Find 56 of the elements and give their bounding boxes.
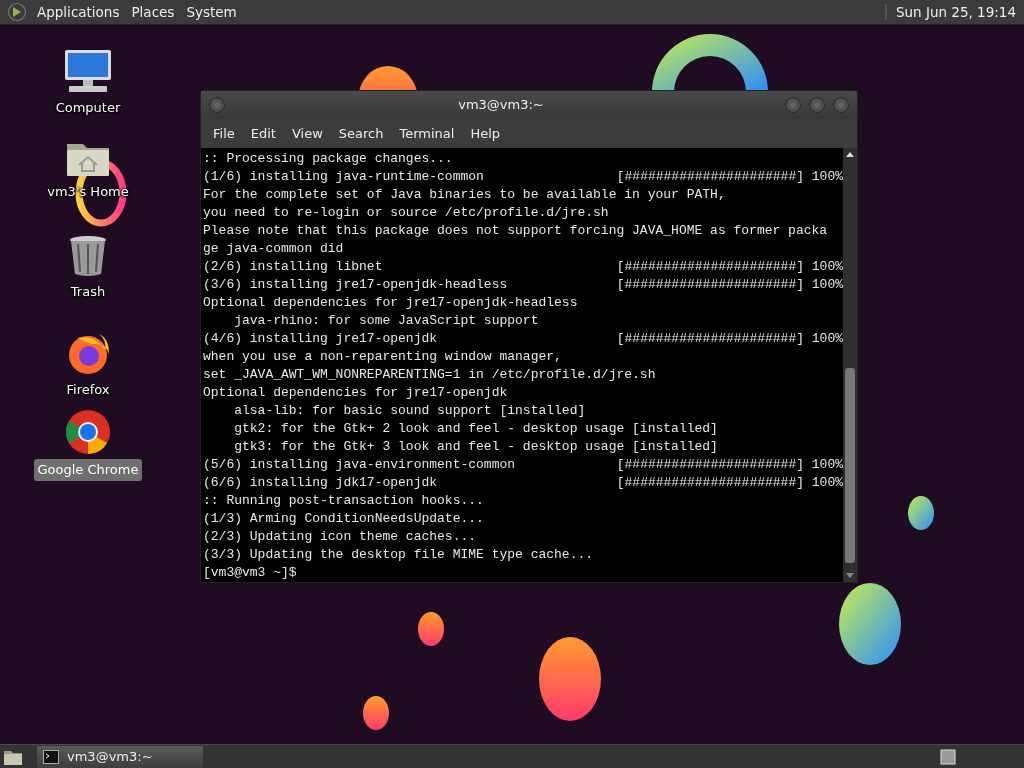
progress-text: [######################] 100% — [616, 474, 843, 492]
trash-icon[interactable] — [68, 234, 108, 278]
desktop-icon-label[interactable]: Google Chrome — [33, 459, 143, 481]
terminal-line: when you use a non-reparenting window manager, — [203, 348, 562, 366]
window-title: vm3@vm3:~ — [457, 96, 545, 114]
terminal-line: set _JAVA_AWT_WM_NONREPARENTING=1 in /etc/profile.d/jre.sh — [203, 366, 656, 384]
terminal-line: (5/6) installing java-environment-common — [203, 456, 516, 474]
terminal-line: [vm3@vm3 ~]$ — [203, 564, 297, 582]
progress-text: [######################] 100% — [616, 168, 843, 186]
progress-text: [######################] 100% — [616, 330, 843, 348]
terminal-line: gtk2: for the Gtk+ 2 look and feel - desktop usage [installed] — [233, 420, 718, 438]
clock[interactable]: Sun Jun 25, 19:14 — [887, 1, 1024, 23]
scrollbar[interactable] — [843, 148, 857, 582]
progress-text: [######################] 100% — [616, 258, 843, 276]
progress-text: [######################] 100% — [616, 276, 843, 294]
terminal-line: Optional dependencies for jre17-openjdk-headless — [203, 294, 578, 312]
terminal-icon — [43, 749, 59, 764]
terminal-line: (6/6) installing jdk17-openjdk — [203, 474, 438, 492]
taskbar-button[interactable]: vm3@vm3:~ — [37, 745, 203, 768]
menu-item[interactable]: File — [205, 123, 243, 143]
terminal-line: (3/3) Updating the desktop file MIME type cache... — [203, 546, 594, 564]
menu-item[interactable]: Search — [330, 123, 392, 143]
computer-icon[interactable] — [63, 48, 113, 94]
terminal-line: (4/6) installing jre17-openjdk — [203, 330, 438, 348]
panel-menu[interactable]: Applications — [31, 1, 126, 23]
terminal-line: alsa-lib: for basic sound support [installed] — [233, 402, 586, 420]
terminal-line: (2/6) installing libnet — [203, 258, 383, 276]
scroll-up-icon[interactable] — [845, 150, 855, 158]
terminal-line: ge java-common did — [203, 240, 344, 258]
menu-item[interactable]: View — [283, 123, 331, 143]
terminal-line: For the complete set of Java binaries to be available in your PATH, — [203, 186, 726, 204]
terminal-line: :: Running post-transaction hooks... — [203, 492, 484, 510]
scroll-down-icon[interactable] — [845, 572, 855, 580]
browser-icon[interactable] — [64, 408, 112, 456]
desktop-icon-label[interactable]: Computer — [51, 97, 125, 119]
terminal-line: (1/6) installing java-runtime-common — [203, 168, 484, 186]
menu-item[interactable]: Help — [462, 123, 509, 143]
menu-item[interactable]: Terminal — [391, 123, 463, 143]
terminal-line: (2/3) Updating icon theme caches... — [203, 528, 477, 546]
progress-text: [######################] 100% — [616, 456, 843, 474]
desktop-icon-label[interactable]: Trash — [66, 281, 110, 303]
desktop-icon-label[interactable]: Firefox — [62, 379, 114, 401]
terminal-line: you need to re-login or source /etc/profile.d/jre.sh — [203, 204, 609, 222]
terminal-line: gtk3: for the Gtk+ 3 look and feel - desktop usage [installed] — [233, 438, 718, 456]
handle-icon[interactable] — [883, 3, 888, 21]
workspace-switcher[interactable] — [940, 748, 956, 765]
terminal-line: java-rhino: for some JavaScript support — [233, 312, 539, 330]
terminal-line: (3/6) installing jre17-openjdk-headless — [203, 276, 508, 294]
menu-item[interactable]: Edit — [242, 123, 284, 143]
panel-menu[interactable]: Places — [125, 1, 181, 23]
terminal-line: :: Processing package changes... — [203, 150, 453, 168]
terminal-line: (1/3) Arming ConditionNeedsUpdate... — [203, 510, 484, 528]
logo-icon[interactable] — [7, 2, 27, 22]
terminal-line: Optional dependencies for jre17-openjdk — [203, 384, 508, 402]
terminal-line: Please note that this package does not support forcing JAVA_HOME as former packa — [203, 222, 828, 240]
panel-menu[interactable]: System — [180, 1, 243, 23]
